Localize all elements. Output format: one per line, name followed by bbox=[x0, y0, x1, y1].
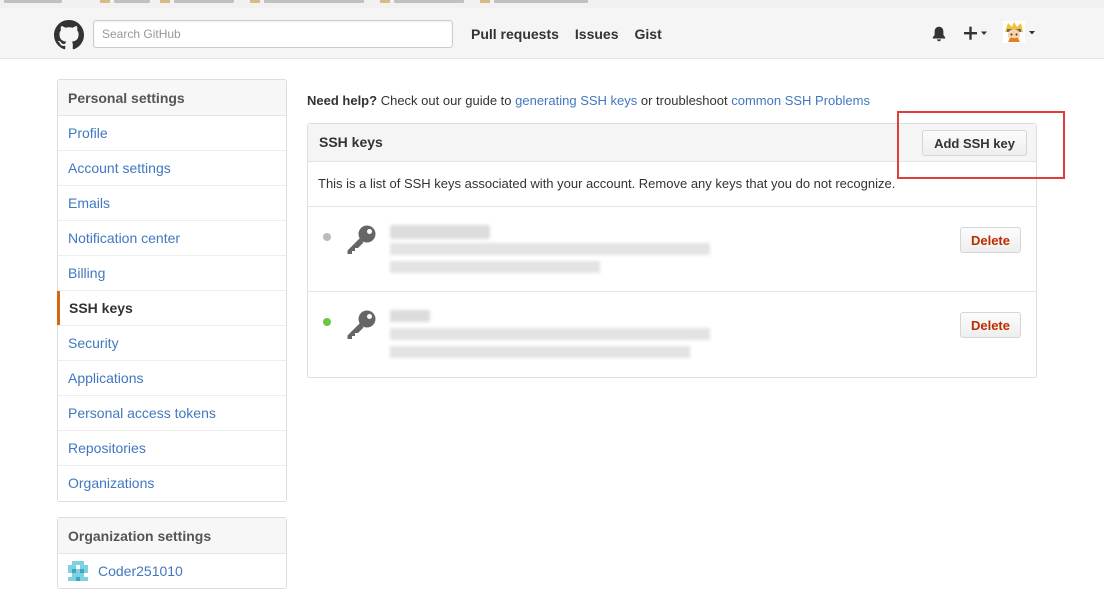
personal-settings-heading: Personal settings bbox=[58, 80, 286, 116]
org-avatar-icon bbox=[68, 561, 88, 581]
help-text: Need help? Check out our guide to genera… bbox=[307, 92, 870, 110]
help-text-1: Check out our guide to bbox=[380, 93, 512, 108]
avatar-icon bbox=[1003, 21, 1035, 43]
key-fingerprint-redacted bbox=[390, 328, 710, 340]
header-nav: Pull requests Issues Gist bbox=[471, 25, 678, 43]
key-icon bbox=[347, 225, 376, 254]
help-text-2: or troubleshoot bbox=[640, 93, 728, 108]
key-status-dot bbox=[323, 318, 331, 326]
sidebar-item-profile[interactable]: Profile bbox=[58, 116, 286, 151]
sidebar-item-security[interactable]: Security bbox=[58, 326, 286, 361]
site-header: Pull requests Issues Gist bbox=[0, 8, 1104, 59]
delete-key-button[interactable]: Delete bbox=[959, 312, 1021, 338]
bell-icon[interactable] bbox=[930, 25, 948, 43]
sidebar-item-personal-access-tokens[interactable]: Personal access tokens bbox=[58, 396, 286, 431]
sidebar-item-applications[interactable]: Applications bbox=[58, 361, 286, 396]
ssh-keys-panel-header: SSH keys Add SSH key bbox=[308, 124, 1036, 162]
organization-settings-menu: Organization settings Coder251010 bbox=[57, 517, 287, 589]
sidebar-item-org[interactable]: Coder251010 bbox=[58, 554, 286, 588]
github-octocat-icon[interactable] bbox=[54, 20, 84, 50]
ssh-key-row: Delete bbox=[308, 207, 1036, 292]
key-title-redacted bbox=[390, 310, 430, 322]
nav-issues[interactable]: Issues bbox=[575, 25, 619, 43]
key-meta-redacted bbox=[390, 346, 690, 358]
plus-icon[interactable] bbox=[962, 23, 990, 43]
generating-ssh-keys-link[interactable]: generating SSH keys bbox=[515, 93, 637, 108]
sidebar-item-repositories[interactable]: Repositories bbox=[58, 431, 286, 466]
search-input[interactable] bbox=[93, 20, 453, 48]
sidebar-item-account-settings[interactable]: Account settings bbox=[58, 151, 286, 186]
organization-settings-heading: Organization settings bbox=[58, 518, 286, 554]
panel-title: SSH keys bbox=[319, 134, 383, 150]
key-icon bbox=[347, 310, 376, 339]
nav-pull-requests[interactable]: Pull requests bbox=[471, 25, 559, 43]
sidebar-item-notification-center[interactable]: Notification center bbox=[58, 221, 286, 256]
sidebar-item-organizations[interactable]: Organizations bbox=[58, 466, 286, 501]
help-prefix: Need help? bbox=[307, 93, 378, 108]
nav-gist[interactable]: Gist bbox=[635, 25, 662, 43]
user-menu[interactable] bbox=[1003, 21, 1039, 45]
ssh-key-row: Delete bbox=[308, 292, 1036, 377]
ssh-keys-panel: SSH keys Add SSH key This is a list of S… bbox=[307, 123, 1037, 378]
key-fingerprint-redacted bbox=[390, 243, 710, 255]
key-meta-redacted bbox=[390, 261, 600, 273]
sidebar-item-billing[interactable]: Billing bbox=[58, 256, 286, 291]
delete-key-button[interactable]: Delete bbox=[959, 227, 1021, 253]
key-title-redacted bbox=[390, 225, 490, 239]
key-status-dot bbox=[323, 233, 331, 241]
org-name: Coder251010 bbox=[98, 563, 183, 579]
ssh-keys-description: This is a list of SSH keys associated wi… bbox=[308, 162, 1036, 207]
sidebar-item-emails[interactable]: Emails bbox=[58, 186, 286, 221]
add-ssh-key-button[interactable]: Add SSH key bbox=[922, 130, 1027, 156]
browser-bookmarks-strip bbox=[0, 0, 1104, 8]
sidebar-item-ssh-keys[interactable]: SSH keys bbox=[57, 291, 286, 326]
common-ssh-problems-link[interactable]: common SSH Problems bbox=[731, 93, 870, 108]
personal-settings-menu: Personal settings Profile Account settin… bbox=[57, 79, 287, 502]
